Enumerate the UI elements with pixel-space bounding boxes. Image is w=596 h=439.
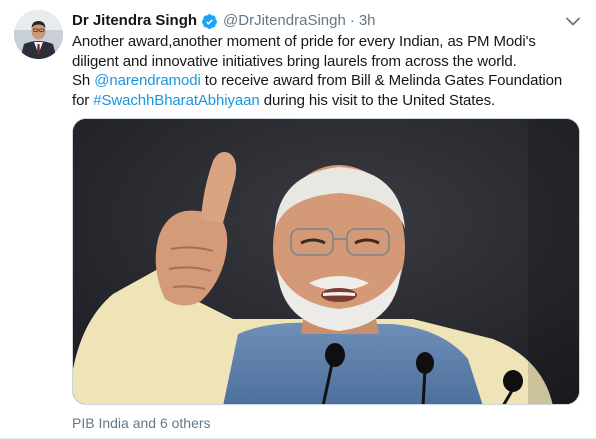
tweet-text: Another award,another moment of pride fo… — [72, 32, 586, 110]
author-avatar[interactable] — [14, 10, 63, 59]
separator-dot: · — [349, 12, 355, 29]
photo-thumbs-up-icon — [73, 119, 579, 404]
mention-link[interactable]: @narendramodi — [94, 72, 201, 89]
tweet-text-line-4: for #SwachhBharatAbhiyaan during his vis… — [72, 91, 586, 111]
author-display-name[interactable]: Dr Jitendra Singh — [72, 11, 197, 31]
tweet[interactable]: Dr Jitendra Singh @DrJitendraSingh · 3h … — [0, 0, 596, 439]
tweet-text-line-2: diligent and innovative initiatives brin… — [72, 52, 517, 70]
text-fragment: for — [72, 91, 94, 109]
tweet-header: Dr Jitendra Singh @DrJitendraSingh · 3h — [72, 11, 582, 31]
author-handle[interactable]: @DrJitendraSingh — [223, 11, 346, 31]
tweet-photo[interactable] — [72, 118, 580, 405]
tagged-people-link[interactable]: PIB India and 6 others — [72, 414, 211, 432]
tweet-text-line-1: Another award,another moment of pride fo… — [72, 33, 536, 50]
tweet-menu-button[interactable] — [564, 12, 582, 30]
tweet-text-line-3: Sh @narendramodi to receive award from B… — [72, 71, 586, 91]
tweet-timestamp[interactable]: 3h — [359, 11, 376, 31]
text-fragment: Sh — [72, 72, 95, 90]
hashtag-link[interactable]: #SwachhBharatAbhiyaan — [93, 92, 259, 109]
profile-photo-icon — [14, 10, 63, 59]
text-fragment: during his visit to the United States. — [259, 91, 496, 109]
verified-badge-icon — [201, 13, 218, 30]
text-fragment: to receive award from Bill & Melinda Gat… — [200, 72, 563, 90]
chevron-down-icon — [566, 17, 580, 25]
